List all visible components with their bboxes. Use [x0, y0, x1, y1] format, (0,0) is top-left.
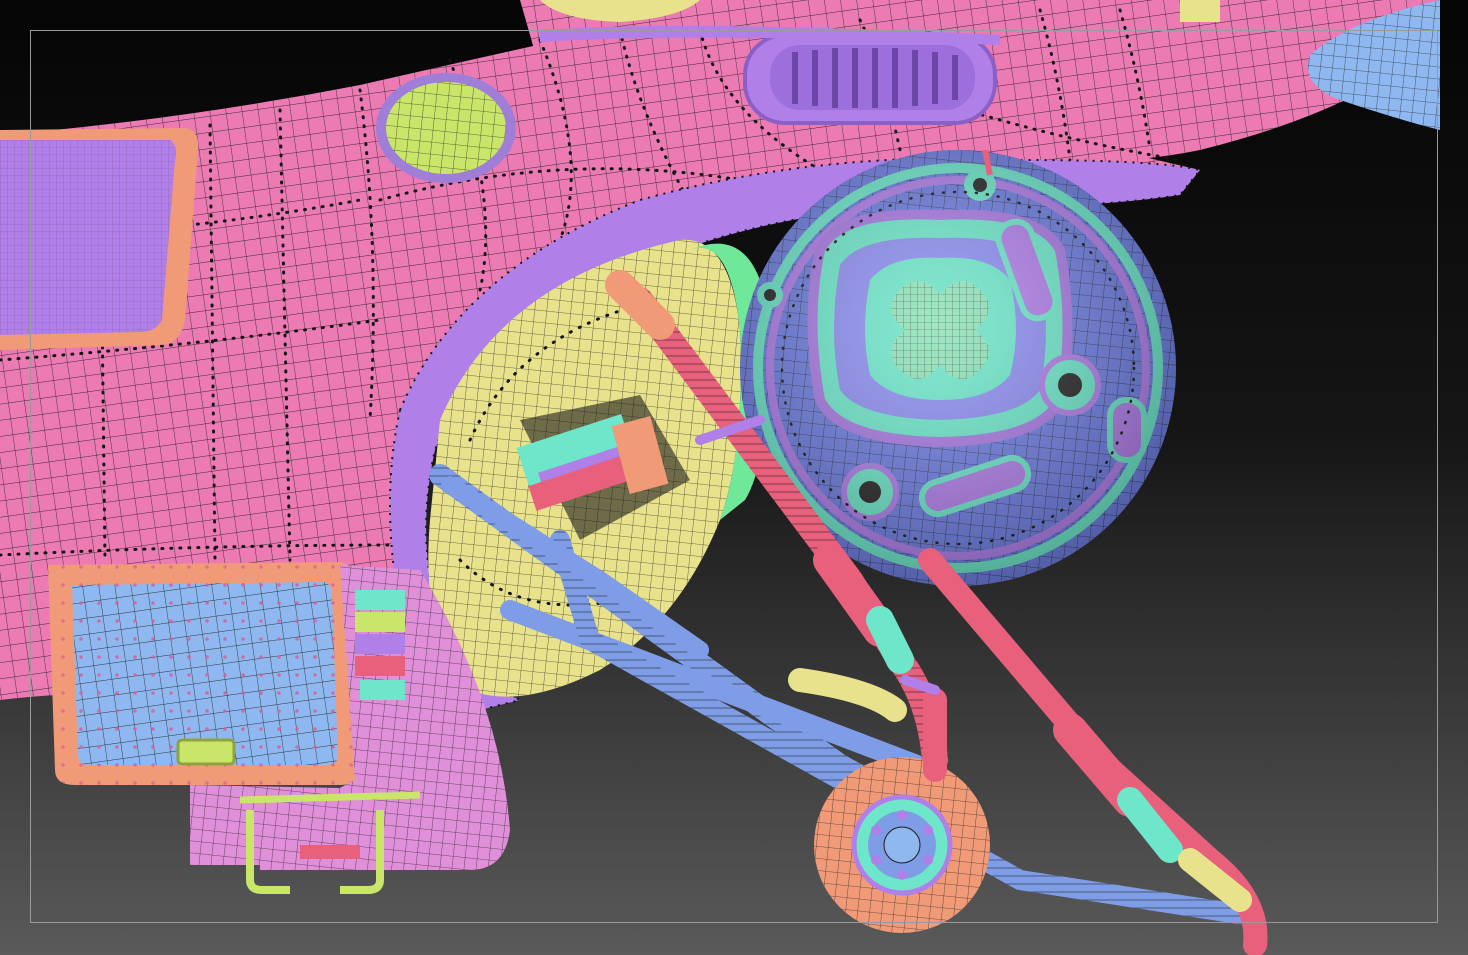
door-handle[interactable] [176, 738, 236, 766]
3d-viewport[interactable] [0, 0, 1468, 955]
mesh-scene[interactable] [0, 0, 1468, 955]
hinge-strip [355, 590, 405, 700]
vent-grille[interactable] [743, 33, 997, 125]
canopy-window[interactable] [0, 128, 199, 350]
round-hatch[interactable] [376, 73, 516, 183]
landing-wheel[interactable] [814, 757, 990, 933]
cargo-door[interactable] [48, 562, 362, 785]
